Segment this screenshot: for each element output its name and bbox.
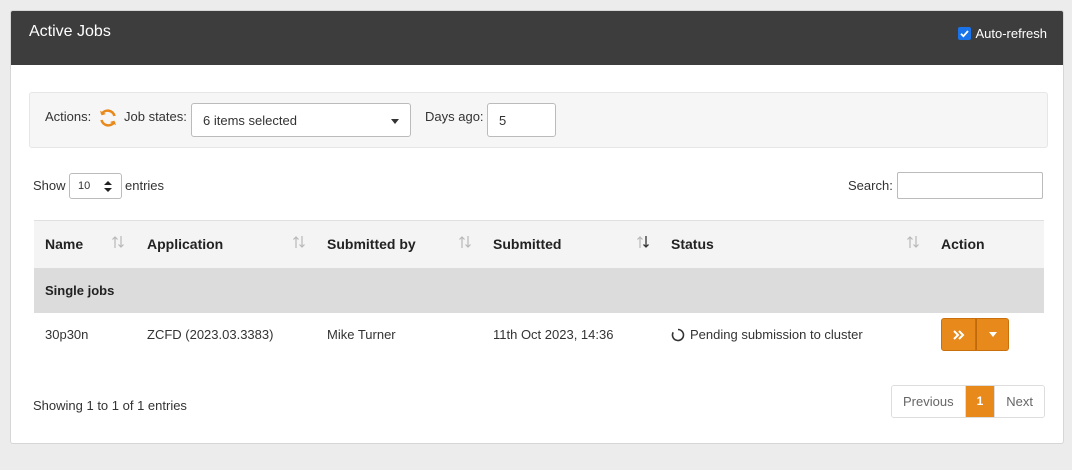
sort-both-icon xyxy=(112,236,124,248)
search-label: Search: xyxy=(848,178,893,193)
previous-page-button[interactable]: Previous xyxy=(892,386,966,417)
job-submitted: 11th Oct 2023, 14:36 xyxy=(493,327,614,342)
sort-desc-icon xyxy=(637,236,649,248)
updown-arrows-icon xyxy=(104,181,112,192)
column-header-submitted-by[interactable]: Submitted by xyxy=(316,220,482,268)
job-states-label: Job states: xyxy=(124,109,187,124)
caret-down-icon xyxy=(391,119,399,124)
pagination: Previous 1 Next xyxy=(891,385,1045,418)
column-header-status[interactable]: Status xyxy=(660,220,930,268)
search-input[interactable] xyxy=(897,172,1043,199)
double-chevron-right-icon xyxy=(952,329,964,340)
column-header-action: Action xyxy=(930,220,1044,268)
auto-refresh-toggle[interactable]: Auto-refresh xyxy=(958,26,1047,41)
job-application: ZCFD (2023.03.3383) xyxy=(147,327,274,342)
column-header-name[interactable]: Name xyxy=(34,220,136,268)
job-states-select[interactable]: 6 items selected xyxy=(191,103,411,137)
table-info: Showing 1 to 1 of 1 entries xyxy=(33,398,187,413)
table-header-row: Name Application Submitted by Submitted … xyxy=(34,220,1044,268)
column-header-application[interactable]: Application xyxy=(136,220,316,268)
page-length-value: 10 xyxy=(78,180,91,192)
show-label: Show xyxy=(33,178,66,193)
panel-title: Active Jobs xyxy=(29,23,111,40)
job-action xyxy=(930,313,1044,357)
caret-down-icon xyxy=(988,332,997,337)
column-header-submitted[interactable]: Submitted xyxy=(482,220,660,268)
days-ago-input[interactable]: 5 xyxy=(487,103,556,137)
column-label: Status xyxy=(671,236,714,253)
checkmark-icon xyxy=(960,30,970,38)
next-page-button[interactable]: Next xyxy=(994,386,1044,417)
job-status-text: Pending submission to cluster xyxy=(690,327,863,342)
job-action-button-group xyxy=(941,318,1009,351)
group-label: Single jobs xyxy=(34,267,1044,313)
refresh-icon[interactable] xyxy=(98,108,118,131)
column-label: Submitted xyxy=(493,236,562,253)
column-label: Application xyxy=(147,236,224,253)
page-length-select[interactable]: 10 xyxy=(69,173,122,199)
sort-both-icon xyxy=(907,236,919,248)
auto-refresh-checkbox[interactable] xyxy=(958,27,972,40)
job-submitted-by: Mike Turner xyxy=(327,327,396,342)
days-ago-label: Days ago: xyxy=(425,109,484,124)
auto-refresh-label: Auto-refresh xyxy=(975,26,1047,41)
sort-both-icon xyxy=(459,236,471,248)
jobs-table: Name Application Submitted by Submitted … xyxy=(34,220,1044,357)
active-jobs-panel: Active Jobs Auto-refresh Actions: Job st… xyxy=(10,10,1064,444)
group-row: Single jobs xyxy=(34,267,1044,313)
open-job-button[interactable] xyxy=(941,318,976,351)
actions-label: Actions: xyxy=(45,109,92,124)
column-label: Action xyxy=(941,236,985,253)
pending-spinner-icon xyxy=(671,328,685,341)
filters-bar: Actions: Job states: 6 items selected Da… xyxy=(29,92,1048,148)
table-row[interactable]: 30p30n ZCFD (2023.03.3383) Mike Turner 1… xyxy=(34,313,1044,357)
job-status: Pending submission to cluster xyxy=(660,313,930,357)
job-states-value: 6 items selected xyxy=(203,113,297,128)
job-actions-dropdown-button[interactable] xyxy=(976,318,1009,351)
sort-both-icon xyxy=(293,236,305,248)
job-name[interactable]: 30p30n xyxy=(34,313,136,357)
panel-header: Active Jobs Auto-refresh xyxy=(11,11,1063,65)
entries-label: entries xyxy=(125,178,165,193)
column-label: Submitted by xyxy=(327,236,416,253)
column-label: Name xyxy=(45,236,84,253)
page-1-button[interactable]: 1 xyxy=(965,386,995,417)
